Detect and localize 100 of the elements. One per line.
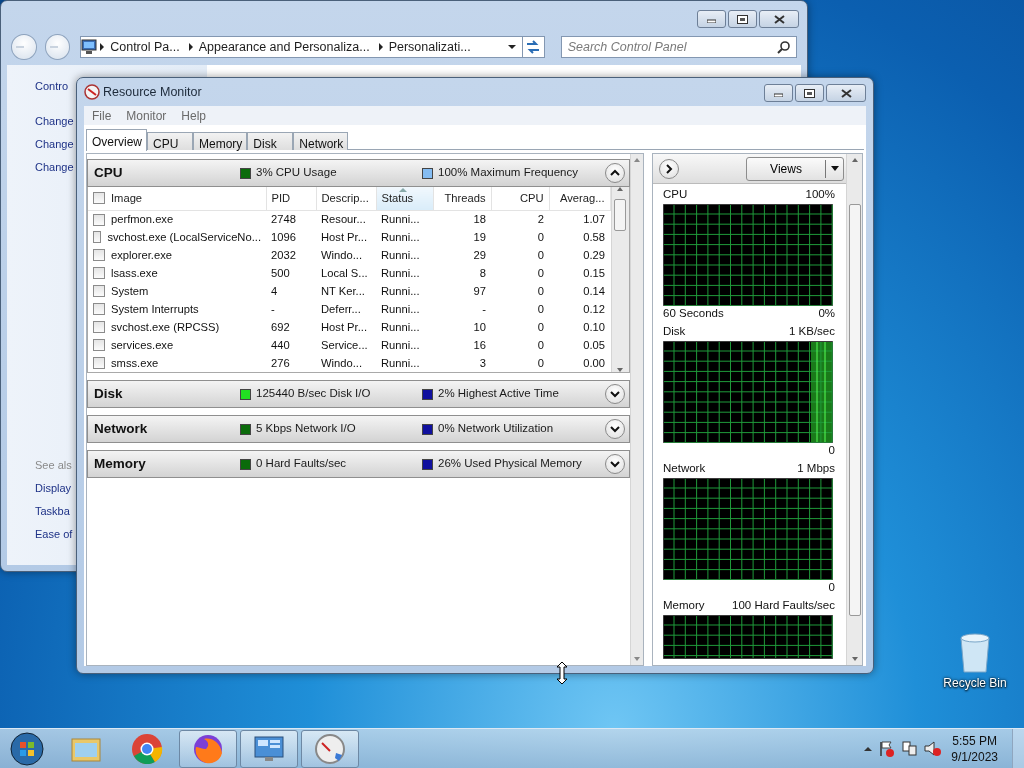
tab[interactable]: Memory [193,132,248,150]
legend-label: 100% Maximum Frequency [438,165,578,181]
sidebar-link[interactable]: Change [35,114,74,128]
expand-button[interactable] [604,384,625,404]
taskbar-button[interactable] [179,729,237,768]
menu-item[interactable]: Help [181,106,207,125]
graph-scale-label: 100 Hard Faults/sec [732,598,835,613]
search-icon[interactable] [777,40,790,54]
tab[interactable]: CPU [147,132,193,150]
section-header[interactable]: Disk 125440 B/sec Disk I/O 2% Highest Active Time [87,380,630,408]
legend-label: 3% CPU Usage [256,165,337,181]
table-cell: 10 [473,320,486,333]
checkbox[interactable] [93,285,105,298]
checkbox[interactable] [93,213,105,226]
table-cell: 19 [473,231,486,243]
checkbox[interactable] [93,267,105,280]
table-cell: 0 [537,266,544,279]
maximize-button[interactable] [728,10,757,28]
dropdown-arrow-icon[interactable] [507,45,516,49]
table-cell: 29 [473,248,486,261]
checkbox[interactable] [93,303,105,316]
table-cell-text: svchost.exe (RPCSS) [111,319,220,335]
sidebar-link[interactable]: Contro [35,79,69,93]
menu-item[interactable]: Monitor [126,106,167,125]
column-header[interactable]: Threads [444,189,486,207]
refresh-icon[interactable] [525,39,542,55]
show-desktop-button[interactable] [1012,728,1024,768]
column-header[interactable]: PID [271,189,291,207]
taskbar-button[interactable] [301,729,359,768]
column-header[interactable]: CPU [519,189,544,207]
search-field[interactable]: Search Control Panel [560,36,797,58]
scrollbar[interactable] [610,187,629,372]
table-cell: NT Ker... [321,284,365,297]
browser-icon [131,732,163,765]
close-button[interactable] [759,10,799,28]
scrollbar-thumb[interactable] [848,203,861,616]
close-button[interactable] [826,84,866,102]
scroll-down-icon[interactable] [851,657,858,661]
tab[interactable]: Disk [247,132,294,150]
speaker-icon[interactable] [924,740,942,757]
maximize-button[interactable] [795,84,824,102]
scroll-down-icon[interactable] [633,657,640,661]
tab[interactable]: Overview [86,129,147,151]
desktop-icon-label[interactable]: Recycle Bin [943,674,1007,692]
section-header[interactable]: CPU 3% CPU Usage 100% Maximum Frequency [87,159,630,187]
views-dropdown[interactable]: Views [746,156,844,181]
table-cell: 0 [537,248,544,261]
legend-label: 26% Used Physical Memory [438,456,582,472]
menu-item[interactable]: File [92,106,112,125]
back-button[interactable] [11,34,37,60]
expand-pane-button[interactable] [659,158,679,179]
flag-icon[interactable] [878,740,896,757]
sidebar-link[interactable]: Change [35,137,74,151]
sort-arrow-icon [398,188,407,192]
checkbox[interactable] [93,339,105,352]
scroll-up-icon[interactable] [633,158,640,162]
taskbar-button[interactable] [240,729,298,768]
breadcrumb-item[interactable]: Personalizati... [388,37,471,57]
column-header[interactable]: Image [111,189,143,207]
table-cell: 18 [473,213,486,226]
address-bar[interactable]: Control Pa... Appearance and Personaliza... Personalizati... [80,36,545,58]
table-cell: 2748 [271,213,296,226]
breadcrumb-item[interactable]: Control Pa... [110,37,180,57]
up-arrow-icon[interactable] [864,745,873,752]
table-cell: Windo... [321,248,363,261]
forward-button[interactable] [44,34,71,60]
collapse-button[interactable] [604,163,625,183]
checkbox[interactable] [93,231,102,244]
column-header[interactable]: Descrip... [321,189,369,207]
scrollbar[interactable] [846,154,862,665]
checkbox[interactable] [93,321,105,334]
start-orb-icon [10,731,44,766]
expand-button[interactable] [604,454,625,474]
recycle-bin-icon[interactable] [957,630,993,674]
sidebar-link[interactable]: Taskba [35,504,70,518]
scrollbar[interactable] [629,154,643,665]
expand-button[interactable] [604,419,625,439]
legend-label: 0% Network Utilization [438,421,554,437]
collapse-chevron-icon [609,169,620,177]
tab[interactable]: Network [293,132,349,150]
sidebar-link[interactable]: Display [35,481,72,495]
section-title: Disk [94,384,124,403]
table-cell: 1096 [271,231,296,243]
section-header[interactable]: Network 5 Kbps Network I/O 0% Network Utilization [87,415,630,443]
table-cell: - [271,302,275,315]
sidebar-link[interactable]: Ease of [35,527,73,541]
close-icon [840,88,852,98]
scroll-up-icon[interactable] [851,158,858,162]
column-header[interactable]: Averag... [559,189,605,207]
section-header[interactable]: Memory 0 Hard Faults/sec 26% Used Physical Memory [87,450,630,478]
select-all-checkbox[interactable] [93,192,105,205]
breadcrumb-item[interactable]: Appearance and Personaliza... [198,37,370,57]
checkbox[interactable] [93,249,105,262]
sidebar-link[interactable]: Change [35,160,74,174]
checkbox[interactable] [93,357,105,369]
network-icon[interactable] [901,740,919,757]
scrollbar-thumb[interactable] [614,198,626,231]
scroll-down-icon[interactable] [617,368,623,372]
table-cell: 0.58 [583,231,605,243]
clock[interactable]: 5:55 PM 9/1/2023 [951,732,998,765]
